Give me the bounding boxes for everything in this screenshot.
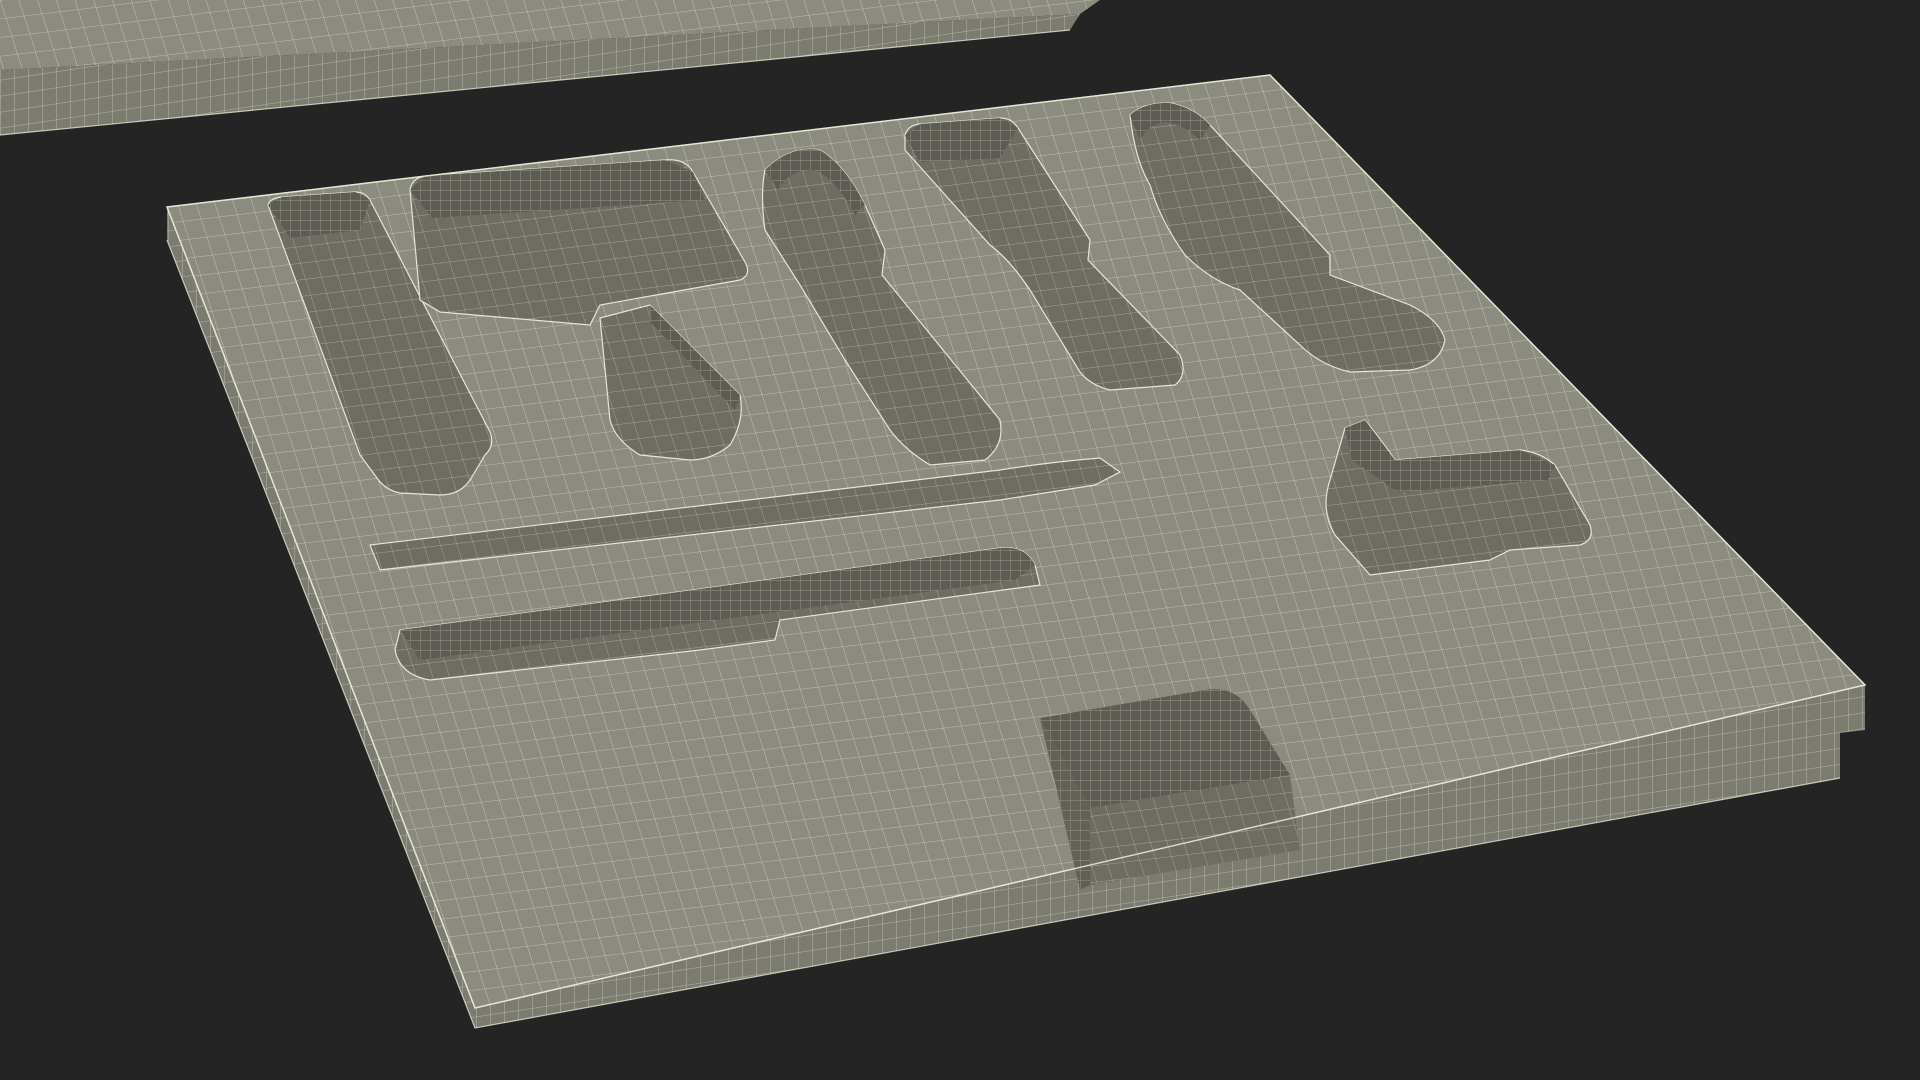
3d-viewport bbox=[0, 0, 1920, 1080]
wireframe-render bbox=[0, 0, 1867, 1029]
pocket-tool-3-wall bbox=[905, 118, 1018, 162]
foam-tray-insert bbox=[165, 74, 1867, 1029]
